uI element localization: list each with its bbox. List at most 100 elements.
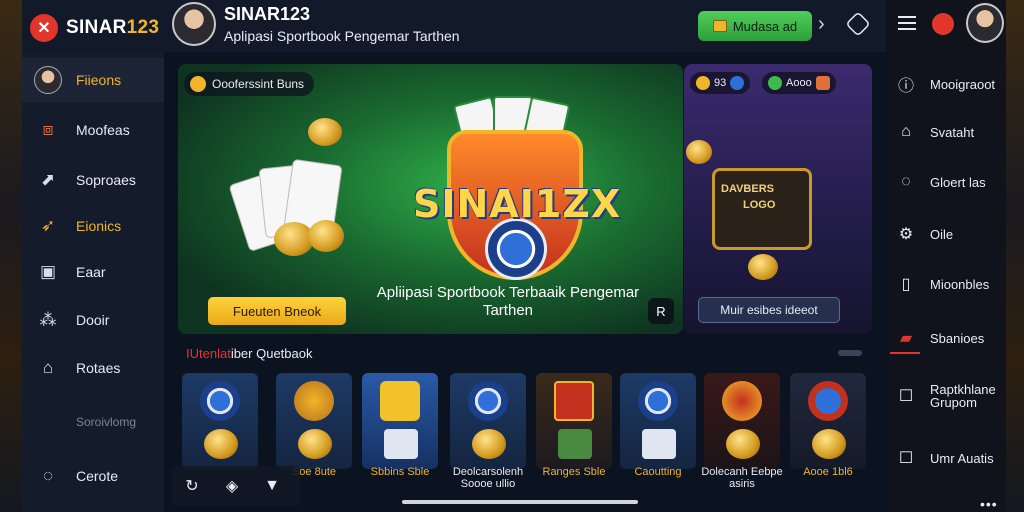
game-frame: DAVBERS LOGO <box>712 168 812 250</box>
background-right-edge <box>1006 0 1024 512</box>
right-item-sbanioes[interactable]: ▰ Sbanioes <box>886 318 1006 358</box>
sidebar-item-eionics[interactable]: ➶ Eionics <box>22 204 164 248</box>
game-tile-label: Deolcarsolenh Soooe ullio <box>452 466 524 490</box>
right-item-label: Mooigraoot <box>930 76 996 92</box>
sidebar-item-label: Dooir <box>76 312 110 328</box>
section-title: IUtenlatiber Quetbaok <box>186 346 313 361</box>
promo-panel[interactable]: 93 Aooo DAVBERS LOGO Muir esibes ideeot <box>684 64 872 334</box>
cube-icon[interactable]: ◈ <box>220 474 244 498</box>
puzzle-icon[interactable] <box>845 11 871 37</box>
section-handle[interactable] <box>838 350 862 356</box>
right-item-umr-auatis[interactable]: ☐ Umr Auatis <box>886 438 1006 478</box>
game-tile[interactable] <box>362 373 438 469</box>
hero-caption: Apliipasi Sportbook Terbaaik Pengemar Ta… <box>376 284 640 319</box>
hero-logo-shield: SINAI1ZX <box>413 95 622 290</box>
sidebar-item-rotaes[interactable]: ⌂ Rotaes <box>22 346 164 390</box>
sidebar-item-soproaes[interactable]: ⬈ Soproaes <box>22 158 164 202</box>
right-item-gloert-las[interactable]: ◌ Gloert las <box>886 162 1006 202</box>
page-subtitle: Aplipasi Sportbook Pengemar Tarthen <box>224 28 460 44</box>
bonus-tag[interactable]: Oooferssint Buns <box>184 72 315 96</box>
game-tile[interactable] <box>704 373 780 469</box>
hero-corner-icon[interactable]: R <box>648 298 674 324</box>
info-icon: ▯ <box>901 276 911 293</box>
game-tile[interactable] <box>276 373 352 469</box>
monitor-icon: ▣ <box>39 262 57 281</box>
brand-logo-icon[interactable]: ✕ <box>30 14 58 42</box>
avatar[interactable] <box>966 3 1004 43</box>
notification-icon[interactable] <box>932 13 954 35</box>
playing-cards-illustration <box>228 158 348 256</box>
right-item-raptkhlane[interactable]: ☐ Raptkhlane Grupom <box>886 376 1006 416</box>
home-icon: ⌂ <box>901 123 911 140</box>
right-item-mooigraoot[interactable]: ⓘ Mooigraoot <box>886 64 1006 104</box>
ticket-icon: ⁂ <box>39 310 57 329</box>
coin-count: 93 <box>714 77 727 89</box>
refresh-icon[interactable]: ↻ <box>180 474 204 498</box>
badge-icon <box>294 381 334 421</box>
status-pill[interactable]: Aooo <box>762 72 836 94</box>
hero-cta-button[interactable]: Fueuten Bneok <box>208 297 346 325</box>
sidebar-item-label: Cerote <box>76 468 119 484</box>
right-item-label: Gloert las <box>930 174 986 190</box>
right-item-oile[interactable]: ⚙ Oile <box>886 214 1006 254</box>
list-icon: ☐ <box>898 388 914 405</box>
game-tile[interactable] <box>790 373 866 469</box>
badge-icon <box>722 381 762 421</box>
box-icon: ⧈ <box>42 120 54 139</box>
game-tile[interactable] <box>182 373 258 469</box>
cash-icon <box>558 429 592 459</box>
deposit-button-label: Mudasa ad <box>732 18 798 34</box>
profile-avatar[interactable] <box>172 2 216 46</box>
right-sidebar: ⓘ Mooigraoot ⌂ Svataht ◌ Gloert las ⚙ Oi… <box>886 0 1006 512</box>
right-item-mioonbles[interactable]: ▯ Mioonbles <box>886 264 1006 304</box>
bottom-toolbar: ↻ ◈ ▼ <box>172 466 300 506</box>
game-tile[interactable] <box>536 373 612 469</box>
sidebar-item-label: Eionics <box>76 218 122 234</box>
wallet-icon: ▰ <box>899 330 913 347</box>
game-tile[interactable] <box>620 373 696 469</box>
background-left-edge <box>0 0 22 512</box>
chart-icon: ⬈ <box>40 170 56 189</box>
sidebar-item-soroivlomg[interactable]: Soroivlomg <box>22 400 164 444</box>
sidebar-item-label: Rotaes <box>76 360 121 376</box>
sidebar-item-cerote[interactable]: ◌ Cerote <box>22 454 164 498</box>
coin-icon <box>812 429 846 459</box>
sidebar-item-dooir[interactable]: ⁂ Dooir <box>22 298 164 342</box>
info-icon: ⓘ <box>897 78 914 95</box>
shield-icon <box>808 381 848 421</box>
top-bar: ✕ SINAR123 SINAR123 Aplipasi Sportbook P… <box>22 0 886 52</box>
sidebar-item-fiieons[interactable]: Fiieons <box>22 58 164 102</box>
hero-logo-text: SINAI1ZX <box>413 182 622 226</box>
menu-icon[interactable] <box>898 16 916 30</box>
sidebar-item-moofeas[interactable]: ⧈ Moofeas <box>22 108 164 152</box>
trophy-icon[interactable]: ▼ <box>260 474 284 498</box>
poker-chip-icon <box>200 381 240 421</box>
game-tile[interactable] <box>450 373 526 469</box>
game-tile-label: Dolecanh Eebpe asiris <box>701 466 783 490</box>
status-icon <box>768 76 782 90</box>
more-icon[interactable]: ••• <box>980 496 998 512</box>
sidebar-item-label: Soproaes <box>76 172 136 188</box>
right-item-svataht[interactable]: ⌂ Svataht <box>886 112 1006 152</box>
promo-button[interactable]: Muir esibes ideeot <box>698 297 840 323</box>
coin-icon <box>726 429 760 459</box>
sidebar-item-label: Soroivlomg <box>76 415 137 429</box>
chip-icon <box>730 76 745 90</box>
cash-icon <box>384 429 418 459</box>
right-item-label: Mioonbles <box>930 276 990 292</box>
chat-icon: ◌ <box>901 173 911 190</box>
chat-icon: ◌ <box>42 466 54 485</box>
box-icon <box>380 381 420 421</box>
hero-banner[interactable]: Oooferssint Buns SINAI1ZX Fueuten Bneok … <box>178 64 683 334</box>
brand-name[interactable]: SINAR123 <box>66 17 159 39</box>
coin-counter[interactable]: 93 <box>690 72 751 94</box>
right-item-label: Oile <box>930 226 954 242</box>
poker-chip-icon <box>638 381 678 421</box>
deposit-button[interactable]: Mudasa ad <box>698 11 812 41</box>
coin-icon <box>308 118 342 146</box>
right-item-label: Sbanioes <box>930 330 985 346</box>
chevron-right-icon[interactable]: › <box>818 13 825 36</box>
home-indicator[interactable] <box>402 500 638 504</box>
sidebar-item-label: Fiieons <box>76 72 122 88</box>
sidebar-item-eaar[interactable]: ▣ Eaar <box>22 250 164 294</box>
